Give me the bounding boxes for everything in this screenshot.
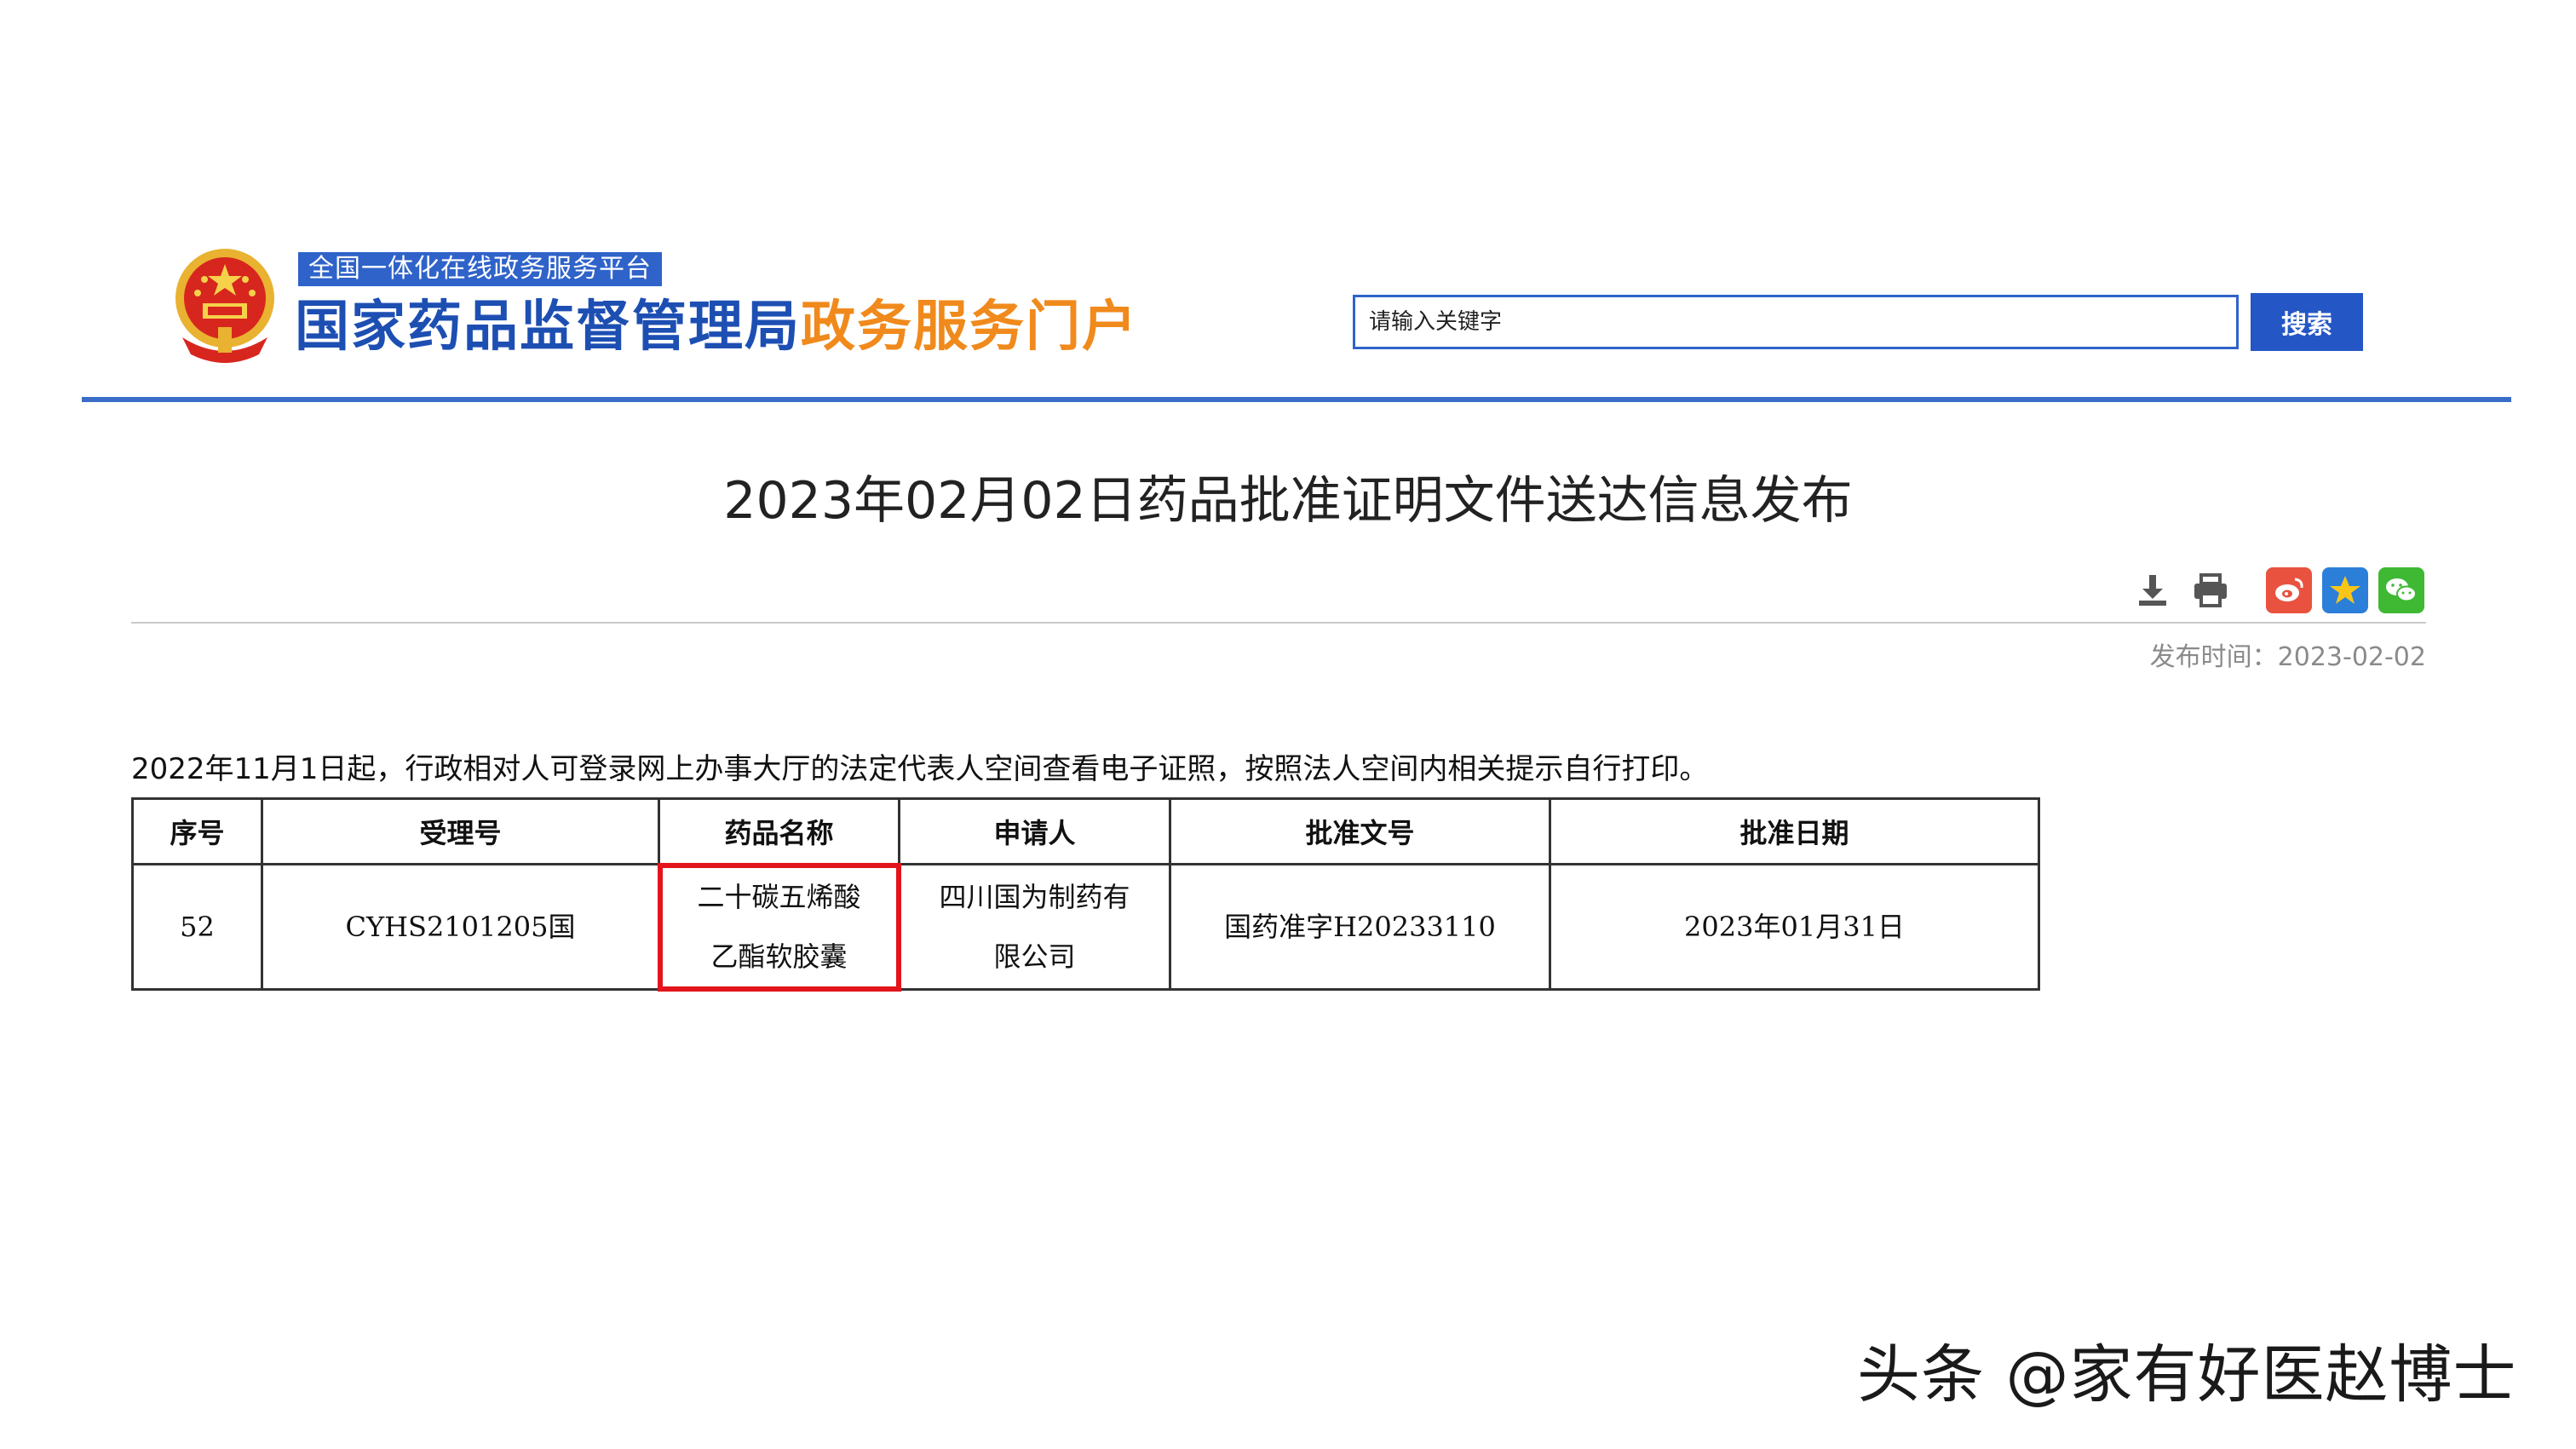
- site-title[interactable]: 国家药品监督管理局政务服务门户: [295, 293, 1138, 361]
- header-divider: [82, 397, 2511, 402]
- print-icon[interactable]: [2188, 567, 2234, 613]
- national-emblem-icon[interactable]: [170, 245, 279, 365]
- table-row: 52 CYHS2101205国 二十碳五烯酸 乙酯软胶囊 四川国为制药有 限公司…: [131, 862, 2040, 992]
- cell-acceptance-no: CYHS2101205国: [261, 863, 660, 991]
- watermark: 头条 @家有好医赵博士: [1857, 1338, 2517, 1412]
- cell-seq: 52: [131, 863, 263, 991]
- header-drug-name: 药品名称: [658, 797, 900, 865]
- weibo-share-icon[interactable]: [2266, 567, 2312, 613]
- table-header-row: 序号 受理号 药品名称 申请人 批准文号 批准日期: [131, 797, 2040, 865]
- header-approval-date: 批准日期: [1549, 797, 2040, 865]
- cell-approval-date: 2023年01月31日: [1549, 863, 2040, 991]
- search-button[interactable]: 搜索: [2251, 293, 2363, 351]
- wechat-share-icon[interactable]: [2378, 567, 2424, 613]
- site-title-portal: 政务服务门户: [801, 296, 1138, 359]
- site-title-agency: 国家药品监督管理局: [295, 296, 801, 359]
- notice-text: 2022年11月1日起，行政相对人可登录网上办事大厅的法定代表人空间查看电子证照…: [131, 752, 1709, 786]
- header-acceptance-no: 受理号: [261, 797, 660, 865]
- article-title: 2023年02月02日药品批准证明文件送达信息发布: [723, 471, 1853, 531]
- search-input[interactable]: [1353, 295, 2239, 349]
- cell-approval-no: 国药准字H20233110: [1169, 863, 1551, 991]
- site-header: 全国一体化在线政务服务平台 国家药品监督管理局政务服务门户 搜索: [82, 235, 2511, 405]
- article-divider: [131, 622, 2426, 624]
- header-approval-no: 批准文号: [1169, 797, 1551, 865]
- header-seq: 序号: [131, 797, 263, 865]
- applicant-line-1: 四川国为制药有: [939, 881, 1130, 913]
- publish-time: 发布时间：2023-02-02: [2149, 642, 2426, 672]
- platform-tag: 全国一体化在线政务服务平台: [298, 252, 662, 286]
- drug-name-line-1: 二十碳五烯酸: [697, 881, 861, 913]
- applicant-line-2: 限公司: [993, 940, 1076, 973]
- download-icon[interactable]: [2130, 567, 2176, 613]
- article-toolbar: [2130, 562, 2436, 618]
- approval-table: 序号 受理号 药品名称 申请人 批准文号 批准日期 52 CYHS2101205…: [131, 797, 2040, 992]
- header-applicant: 申请人: [898, 797, 1171, 865]
- qzone-share-icon[interactable]: [2322, 567, 2368, 613]
- cell-applicant: 四川国为制药有 限公司: [898, 863, 1171, 991]
- drug-name-line-2: 乙酯软胶囊: [710, 940, 848, 973]
- cell-drug-name-highlighted: 二十碳五烯酸 乙酯软胶囊: [657, 862, 901, 992]
